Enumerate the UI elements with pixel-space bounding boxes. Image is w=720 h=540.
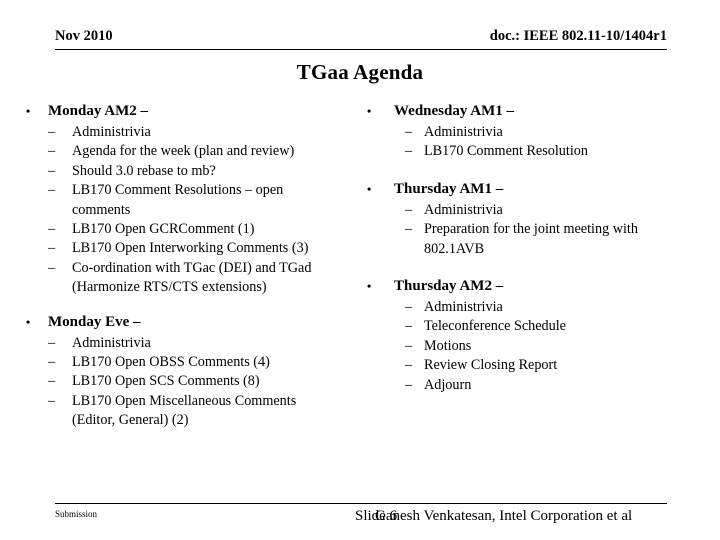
- agenda-sub-item-text: Adjourn: [424, 376, 472, 393]
- agenda-sub-item: – Administrivia: [22, 123, 362, 142]
- dash-icon: –: [48, 162, 56, 179]
- bullet-icon: •: [367, 104, 372, 118]
- agenda-sub-item: – Administrivia: [362, 201, 707, 220]
- agenda-sub-item: – LB170 Comment Resolutions – open comment…: [22, 181, 362, 220]
- agenda-sub-item: – LB170 Open Interworking Comments (3): [22, 239, 362, 258]
- agenda-sub-item-text: Should 3.0 rebase to mb?: [72, 162, 216, 179]
- agenda-sub-item-text: LB170 Open Interworking Comments (3): [72, 240, 309, 257]
- dash-icon: –: [405, 318, 413, 335]
- bullet-icon: •: [26, 314, 31, 329]
- bullet-icon: •: [367, 181, 372, 196]
- agenda-sub-item-text-continued: 802.1AVB: [424, 240, 485, 257]
- dash-icon: –: [405, 357, 413, 374]
- dash-icon: –: [48, 124, 56, 140]
- agenda-group: • Monday Eve – – Administrivia – LB170 Open O…: [22, 312, 362, 431]
- dash-icon: –: [405, 337, 413, 354]
- dash-icon: –: [48, 240, 56, 257]
- agenda-sub-item: – LB170 Comment Resolution: [362, 142, 707, 161]
- agenda-sub-item-text-continued: comments: [72, 201, 131, 218]
- agenda-group-label: Monday AM2 –: [48, 103, 149, 119]
- agenda-sub-item: – LB170 Open GCRComment (1): [22, 220, 362, 239]
- agenda-sub-item: – Should 3.0 rebase to mb?: [22, 162, 362, 181]
- agenda-sub-list: – Administrivia – Agenda for the week (plan…: [22, 123, 362, 298]
- dash-icon: –: [405, 299, 413, 316]
- slide-header: Nov 2010 doc.: IEEE 802.11-10/1404r1: [55, 28, 667, 50]
- agenda-sub-item: – Agenda for the week (plan and review): [22, 142, 362, 161]
- agenda-group-label: Thursday AM1 –: [394, 180, 504, 197]
- dash-icon: –: [48, 182, 56, 199]
- agenda-sub-item: – LB170 Open SCS Comments (8): [22, 372, 362, 391]
- dash-icon: –: [48, 334, 56, 351]
- agenda-sub-item-text: Review Closing Report: [424, 357, 558, 374]
- agenda-sub-item-text: Administrivia: [424, 124, 503, 140]
- agenda-sub-item: – Teleconference Schedule: [362, 317, 707, 336]
- agenda-sub-list: – Administrivia – LB170 Open OBSS Comments …: [22, 334, 362, 431]
- agenda-group: • Wednesday AM1 – – Administrivia – LB170 Com…: [362, 101, 707, 162]
- agenda-sub-item-text: Administrivia: [72, 334, 151, 351]
- agenda-sub-item-text: LB170 Open Miscellaneous Comments: [72, 392, 297, 409]
- bullet-icon: •: [367, 279, 372, 294]
- page-title: TGaa Agenda: [296, 60, 424, 84]
- bullet-icon: •: [26, 104, 31, 118]
- agenda-sub-item: – LB170 Open OBSS Comments (4): [22, 353, 362, 372]
- agenda-sub-item: – Administrivia: [22, 334, 362, 353]
- dash-icon: –: [48, 373, 56, 390]
- dash-icon: –: [48, 221, 56, 238]
- agenda-sub-item-text: Teleconference Schedule: [424, 318, 566, 335]
- agenda-sub-item-text: LB170 Open GCRComment (1): [72, 221, 255, 238]
- agenda-group-heading: • Thursday AM1 –: [362, 179, 707, 200]
- agenda-sub-item-text: Co-ordination with TGac (DEI) and TGad: [72, 259, 312, 276]
- agenda-group-heading: • Wednesday AM1 –: [362, 101, 707, 122]
- dash-icon: –: [405, 221, 413, 238]
- agenda-sub-item: – Administrivia: [362, 123, 707, 142]
- agenda-sub-item-text: Preparation for the joint meeting with: [424, 221, 638, 238]
- agenda-sub-item-text: Agenda for the week (plan and review): [72, 143, 295, 160]
- agenda-group-heading: • Monday AM2 –: [22, 101, 362, 122]
- agenda-group: • Thursday AM2 – – Administrivia – Teleconfer…: [362, 276, 707, 395]
- agenda-sub-item-text: LB170 Open SCS Comments (8): [72, 373, 260, 390]
- dash-icon: –: [48, 143, 56, 160]
- footer-author: Ganesh Venkatesan, Intel Corporation et …: [375, 508, 633, 524]
- agenda-sub-item-text: LB170 Comment Resolutions – open: [72, 182, 284, 199]
- agenda-sub-item: – Review Closing Report: [362, 356, 707, 375]
- dash-icon: –: [48, 259, 56, 276]
- header-date: Nov 2010: [55, 28, 113, 44]
- agenda-group-label: Thursday AM2 –: [394, 278, 504, 295]
- agenda-sub-item-text: Motions: [424, 337, 472, 354]
- dash-icon: –: [405, 143, 413, 160]
- agenda-sub-item-text: LB170 Open OBSS Comments (4): [72, 354, 270, 371]
- agenda-column-right: • Wednesday AM1 – – Administrivia – LB170 Com…: [362, 101, 707, 395]
- dash-icon: –: [48, 354, 56, 371]
- dash-icon: –: [405, 201, 413, 218]
- agenda-group: • Thursday AM1 – – Administrivia – Preparatio…: [362, 179, 707, 259]
- agenda-sub-list: – Administrivia – LB170 Comment Resolution: [362, 123, 707, 162]
- agenda-sub-item-text: Administrivia: [424, 299, 503, 316]
- agenda-sub-item: – LB170 Open Miscellaneous Comments (Edito…: [22, 392, 362, 431]
- dash-icon: –: [405, 376, 413, 393]
- header-document-id: doc.: IEEE 802.11-10/1404r1: [489, 28, 667, 44]
- agenda-group-heading: • Monday Eve –: [22, 312, 362, 333]
- agenda-group-heading: • Thursday AM2 –: [362, 276, 707, 297]
- dash-icon: –: [405, 124, 413, 140]
- footer-submission: Submission: [55, 509, 98, 519]
- agenda-column-left: • Monday AM2 – – Administrivia – Agenda for t…: [22, 101, 362, 431]
- agenda-sub-item-text: LB170 Comment Resolution: [424, 143, 588, 160]
- dash-icon: –: [48, 392, 56, 409]
- agenda-sub-item: – Motions: [362, 337, 707, 356]
- agenda-group-label: Wednesday AM1 –: [394, 103, 515, 119]
- agenda-group-label: Monday Eve –: [48, 313, 141, 330]
- slide: Nov 2010 doc.: IEEE 802.11-10/1404r1 TGa…: [0, 0, 720, 540]
- agenda-sub-item-text-continued: (Harmonize RTS/CTS extensions): [72, 279, 267, 296]
- agenda-sub-item: – Administrivia: [362, 298, 707, 317]
- agenda-sub-list: – Administrivia – Teleconference Schedule – M…: [362, 298, 707, 395]
- agenda-sub-item: – Adjourn: [362, 376, 707, 395]
- agenda-sub-item-text: Administrivia: [424, 201, 503, 218]
- agenda-sub-item: – Co-ordination with TGac (DEI) and TGad (…: [22, 259, 362, 298]
- agenda-sub-list: – Administrivia – Preparation for the joint…: [362, 201, 707, 259]
- agenda-group: • Monday AM2 – – Administrivia – Agenda for t…: [22, 101, 362, 298]
- agenda-sub-item-text: Administrivia: [72, 124, 151, 140]
- agenda-sub-item-text-continued: (Editor, General) (2): [72, 412, 189, 429]
- agenda-sub-item: – Preparation for the joint meeting with 8…: [362, 220, 707, 259]
- slide-footer: Submission Slide 6 Ganesh Venkatesan, In…: [55, 503, 667, 529]
